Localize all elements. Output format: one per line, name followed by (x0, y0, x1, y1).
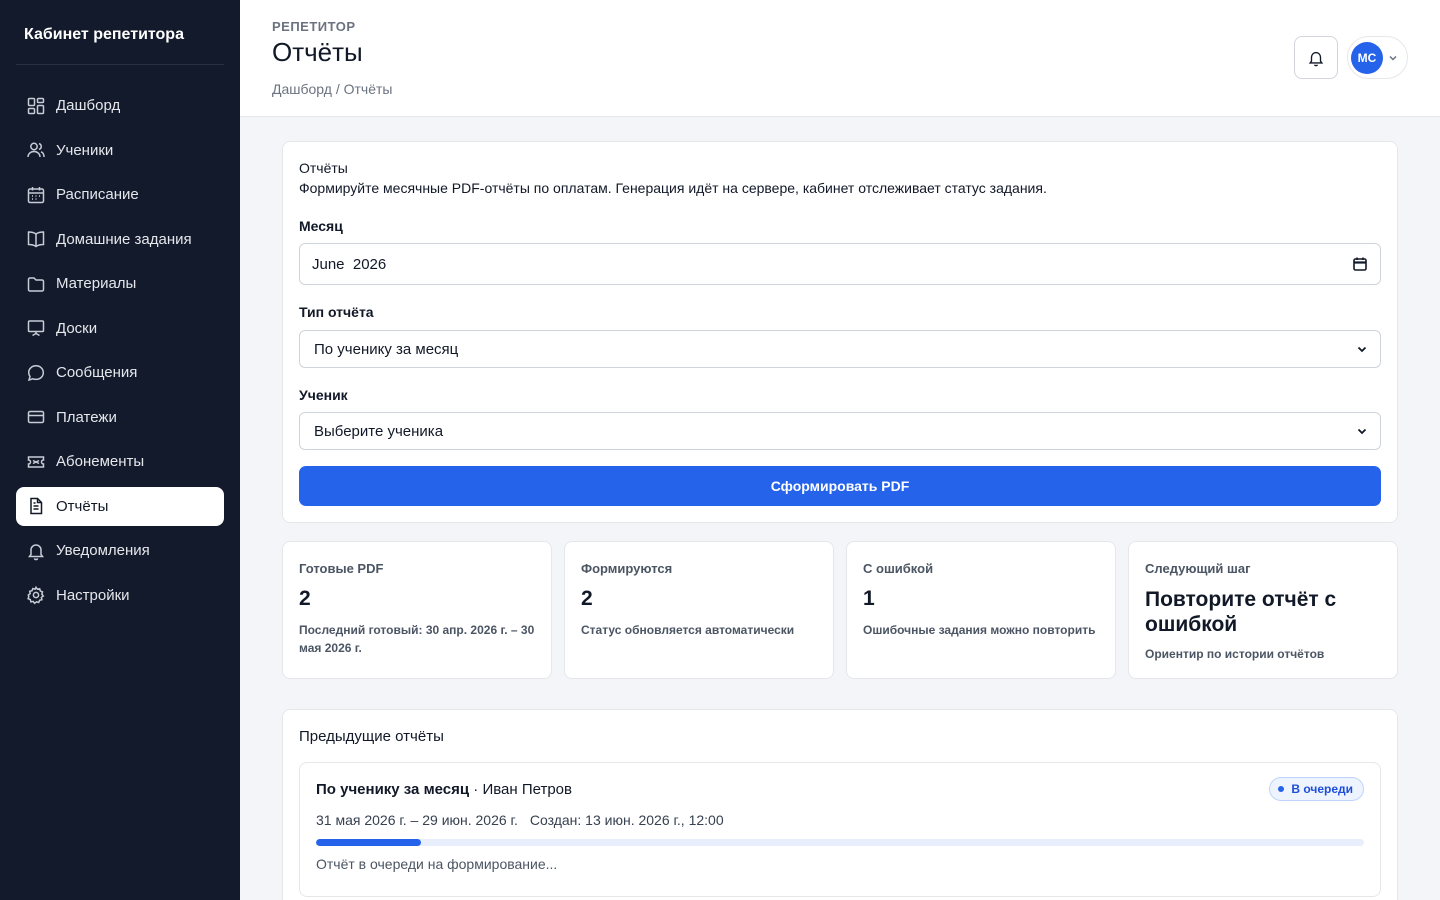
breadcrumb: Дашборд / Отчёты (272, 81, 393, 97)
status-badge-label: В очереди (1291, 782, 1353, 796)
sidebar-item-label: Материалы (56, 275, 137, 292)
status-badge: В очереди (1269, 777, 1364, 801)
sidebar-item-homework[interactable]: Домашние задания (16, 220, 224, 259)
sidebar-item-label: Доски (56, 319, 98, 337)
sidebar-divider (16, 64, 224, 65)
stat-value: 2 (299, 587, 311, 610)
chevron-down-icon (1356, 343, 1368, 355)
form-description: Формируйте месячные PDF-отчёты по оплата… (299, 180, 1047, 196)
page-title: Отчёты (272, 37, 363, 67)
job-progress-fill (316, 839, 421, 846)
gear-icon (26, 585, 46, 605)
sidebar-item-materials[interactable]: Материалы (16, 264, 224, 303)
stat-value: 2 (581, 587, 593, 610)
sidebar-item-label: Настройки (56, 586, 130, 604)
stat-note: Последний готовый: 30 апр. 2026 г. – 30 … (299, 623, 535, 655)
stat-card-next-step: Следующий шаг Повторите отчёт с ошибкой … (1128, 541, 1398, 679)
stat-card-ready: Готовые PDF 2 Последний готовый: 30 апр.… (282, 541, 552, 679)
sidebar-item-label: Абонементы (56, 453, 145, 470)
month-label: Месяц (299, 218, 343, 234)
chat-icon (26, 363, 46, 383)
stat-card-failed: С ошибкой 1 Ошибочные задания можно повт… (846, 541, 1116, 679)
month-value: June 2026 (312, 255, 387, 273)
stat-note: Ошибочные задания можно повторить (863, 623, 1096, 637)
sidebar-item-label: Дашборд (56, 97, 121, 114)
list-item[interactable]: По ученику за месяц · Иван Петров В очер… (299, 762, 1381, 897)
sidebar-item-schedule[interactable]: Расписание (16, 175, 224, 214)
sidebar-item-subscriptions[interactable]: Абонементы (16, 442, 224, 481)
sidebar-item-label: Отчёты (56, 497, 109, 515)
report-form-card: Отчёты Формируйте месячные PDF-отчёты по… (282, 141, 1398, 523)
sidebar-item-payments[interactable]: Платежи (16, 398, 224, 437)
sidebar-item-reports[interactable]: Отчёты (16, 486, 224, 526)
chevron-down-icon (1387, 52, 1399, 64)
report-type-select[interactable]: По ученику за месяц (299, 330, 1381, 368)
stat-note: Ориентир по истории отчётов (1145, 647, 1325, 661)
report-type-label: Тип отчёта (299, 304, 374, 320)
job-meta: 31 мая 2026 г. – 29 июн. 2026 г. Создан: … (316, 812, 724, 828)
sidebar-item-dashboard[interactable]: Дашборд (16, 86, 224, 125)
job-heading: По ученику за месяц · Иван Петров (316, 781, 572, 798)
month-input[interactable]: June 2026 (299, 243, 1381, 285)
bell-icon (1307, 49, 1325, 67)
report-type-value: По ученику за месяц (314, 340, 459, 358)
book-icon (26, 229, 46, 249)
history-title: Предыдущие отчёты (299, 728, 444, 745)
calendar-icon[interactable] (1352, 256, 1368, 272)
sidebar-item-notifications[interactable]: Уведомления (16, 531, 224, 570)
report-icon (26, 496, 46, 516)
sidebar-item-label: Домашние задания (56, 230, 192, 248)
job-status-text: Отчёт в очереди на формирование... (316, 856, 558, 872)
sidebar-item-label: Платежи (56, 408, 117, 426)
sidebar-item-boards[interactable]: Доски (16, 309, 224, 348)
dashboard-icon (26, 96, 46, 116)
sidebar-nav: Дашборд Ученики Расписание Домашние зада… (16, 86, 224, 620)
stat-value: 1 (863, 587, 875, 610)
sidebar-item-label: Уведомления (56, 542, 150, 559)
stat-card-in-progress: Формируются 2 Статус обновляется автомат… (564, 541, 834, 679)
job-period: 31 мая 2026 г. – 29 июн. 2026 г. (316, 812, 518, 828)
bell-icon (26, 541, 46, 561)
job-type: По ученику за месяц (316, 781, 470, 798)
report-history-card: Предыдущие отчёты По ученику за месяц · … (282, 709, 1398, 900)
sidebar-item-label: Сообщения (56, 364, 138, 381)
job-student: · Иван Петров (469, 781, 572, 798)
ticket-icon (26, 452, 46, 472)
form-title: Отчёты (299, 160, 348, 176)
folder-icon (26, 274, 46, 294)
sidebar-item-label: Ученики (56, 141, 114, 159)
stat-label: Формируются (581, 561, 673, 576)
stat-value: Повторите отчёт с ошибкой (1145, 588, 1337, 636)
stat-label: Готовые PDF (299, 561, 384, 576)
user-menu-button[interactable]: МС (1347, 36, 1408, 79)
student-label: Ученик (299, 387, 348, 403)
avatar: МС (1351, 41, 1383, 74)
student-select[interactable]: Выберите ученика (299, 412, 1381, 450)
notifications-button[interactable] (1294, 36, 1338, 79)
generate-pdf-button[interactable]: Сформировать PDF (299, 466, 1381, 506)
sidebar-item-settings[interactable]: Настройки (16, 576, 224, 615)
board-icon (26, 318, 46, 338)
chevron-down-icon (1356, 425, 1368, 437)
stat-note: Статус обновляется автоматически (581, 623, 795, 637)
sidebar-item-students[interactable]: Ученики (16, 131, 224, 170)
brand-title: Кабинет репетитора (24, 26, 184, 43)
stat-label: С ошибкой (863, 561, 934, 576)
status-dot-icon (1278, 786, 1285, 792)
page-eyebrow: РЕПЕТИТОР (272, 19, 356, 34)
users-icon (26, 140, 46, 160)
stat-label: Следующий шаг (1145, 561, 1251, 576)
sidebar-item-label: Расписание (56, 186, 139, 203)
calendar-icon (26, 185, 46, 205)
page-header: РЕПЕТИТОР Отчёты Дашборд / Отчёты МС (240, 0, 1440, 117)
card-icon (26, 407, 46, 427)
sidebar: Кабинет репетитора Дашборд Ученики Распи… (0, 0, 240, 900)
student-value: Выберите ученика (314, 422, 444, 440)
job-progress-bar (316, 839, 1364, 846)
job-created: Создан: 13 июн. 2026 г., 12:00 (529, 812, 724, 828)
sidebar-item-messages[interactable]: Сообщения (16, 353, 224, 392)
